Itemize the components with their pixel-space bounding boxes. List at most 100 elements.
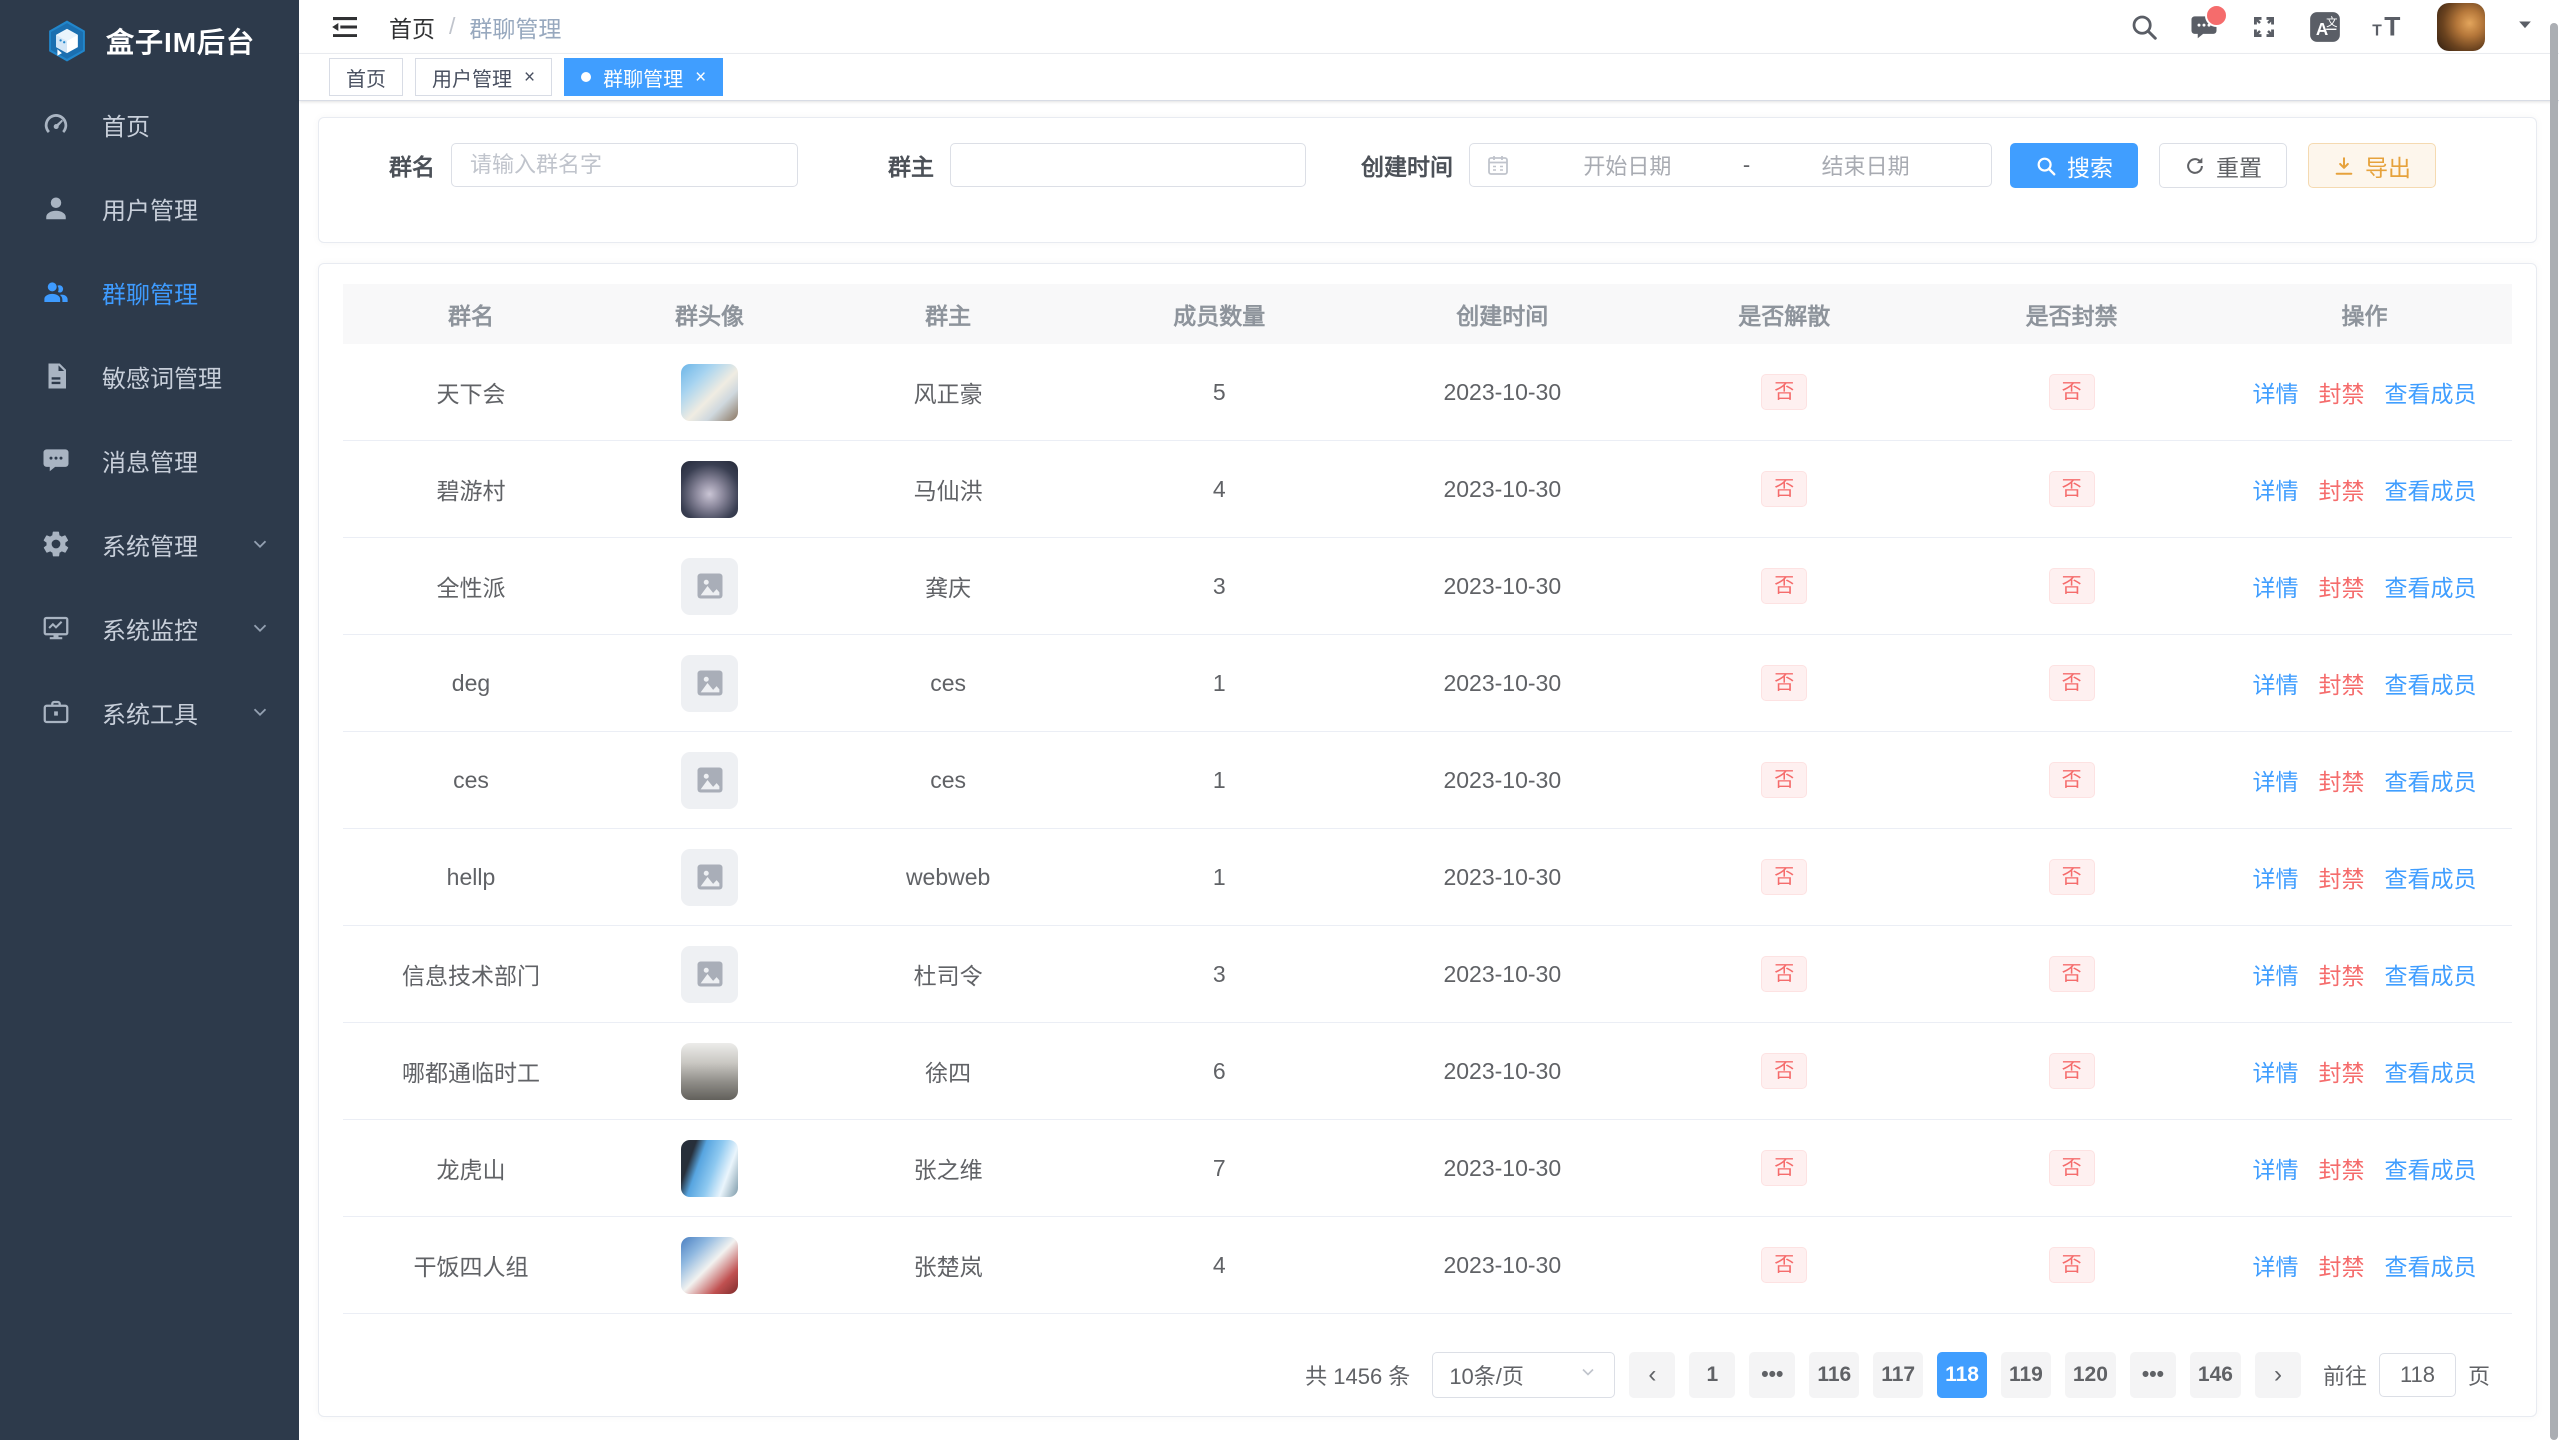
sidebar-item-system-tools[interactable]: 系统工具 (0, 670, 299, 754)
view-members-link[interactable]: 查看成员 (2384, 666, 2476, 700)
group-name-cell: 信息技术部门 (343, 957, 599, 991)
detail-link[interactable]: 详情 (2252, 472, 2298, 506)
sidebar: 盒子IM后台 首页 用户管理 群聊管理 (0, 0, 299, 1440)
more-pages-right-icon[interactable]: ••• (2130, 1352, 2176, 1398)
page-jump: 前往 页 (2323, 1353, 2490, 1397)
view-members-link[interactable]: 查看成员 (2384, 375, 2476, 409)
sidebar-item-label: 系统工具 (102, 695, 198, 730)
view-members-link[interactable]: 查看成员 (2384, 763, 2476, 797)
page-button-119[interactable]: 119 (2001, 1352, 2051, 1398)
group-owner-input[interactable] (950, 143, 1306, 187)
ban-link[interactable]: 封禁 (2318, 860, 2364, 894)
message-notification-icon[interactable] (2189, 12, 2219, 42)
date-range-picker[interactable]: 开始日期 - 结束日期 (1469, 143, 1992, 187)
banned-badge: 否 (2049, 859, 2095, 895)
svg-text:T: T (2384, 11, 2400, 41)
page-button-117[interactable]: 117 (1873, 1352, 1923, 1398)
view-members-link[interactable]: 查看成员 (2384, 1248, 2476, 1282)
view-members-link[interactable]: 查看成员 (2384, 957, 2476, 991)
detail-link[interactable]: 详情 (2252, 1248, 2298, 1282)
fullscreen-icon[interactable] (2249, 12, 2279, 42)
created-time-cell: 2023-10-30 (1362, 767, 1642, 794)
ban-link[interactable]: 封禁 (2318, 1151, 2364, 1185)
sidebar-item-label: 用户管理 (102, 191, 198, 226)
tab-close-icon[interactable]: × (695, 68, 706, 87)
breadcrumb-home[interactable]: 首页 (389, 10, 435, 44)
created-time-cell: 2023-10-30 (1362, 573, 1642, 600)
sidebar-item-user-management[interactable]: 用户管理 (0, 166, 299, 250)
sidebar-item-system-monitor[interactable]: 系统监控 (0, 586, 299, 670)
reset-button[interactable]: 重置 (2159, 143, 2287, 188)
end-date-placeholder[interactable]: 结束日期 (1756, 149, 1975, 181)
group-avatar-image (681, 364, 738, 421)
search-button[interactable]: 搜索 (2010, 143, 2138, 188)
user-avatar[interactable] (2437, 3, 2485, 51)
vertical-scrollbar[interactable] (2550, 23, 2558, 1440)
page-size-select[interactable]: 10条/页 (1432, 1352, 1615, 1398)
sidebar-item-system-management[interactable]: 系统管理 (0, 502, 299, 586)
tab-close-icon[interactable]: × (524, 68, 535, 87)
ban-link[interactable]: 封禁 (2318, 957, 2364, 991)
user-menu-caret-icon[interactable] (2515, 14, 2535, 39)
text-size-icon[interactable]: TT (2371, 11, 2407, 43)
breadcrumb-current: 群聊管理 (469, 10, 561, 44)
sidebar-item-sensitive-words[interactable]: 敏感词管理 (0, 334, 299, 418)
detail-link[interactable]: 详情 (2252, 860, 2298, 894)
detail-link[interactable]: 详情 (2252, 957, 2298, 991)
detail-link[interactable]: 详情 (2252, 1054, 2298, 1088)
group-avatar-image (681, 752, 738, 809)
dissolved-badge: 否 (1761, 1053, 1807, 1089)
ban-link[interactable]: 封禁 (2318, 375, 2364, 409)
sidebar-item-message-management[interactable]: 消息管理 (0, 418, 299, 502)
page-button-116[interactable]: 116 (1809, 1352, 1859, 1398)
start-date-placeholder[interactable]: 开始日期 (1518, 149, 1737, 181)
tab-home[interactable]: 首页 (329, 58, 403, 96)
next-page-button[interactable]: › (2255, 1352, 2301, 1398)
view-members-link[interactable]: 查看成员 (2384, 472, 2476, 506)
page-button-146[interactable]: 146 (2190, 1352, 2241, 1398)
page-button-120[interactable]: 120 (2065, 1352, 2116, 1398)
sidebar-item-home[interactable]: 首页 (0, 82, 299, 166)
group-name-input[interactable] (451, 143, 798, 187)
ban-link[interactable]: 封禁 (2318, 472, 2364, 506)
sidebar-item-group-management[interactable]: 群聊管理 (0, 250, 299, 334)
ban-link[interactable]: 封禁 (2318, 569, 2364, 603)
ban-link[interactable]: 封禁 (2318, 763, 2364, 797)
created-time-cell: 2023-10-30 (1362, 961, 1642, 988)
filter-group-owner: 群主 (888, 143, 1306, 187)
ban-link[interactable]: 封禁 (2318, 1248, 2364, 1282)
member-count-cell: 1 (1076, 670, 1362, 697)
page-button-118-active[interactable]: 118 (1937, 1352, 1987, 1398)
page-button-1[interactable]: 1 (1689, 1352, 1735, 1398)
calendar-icon (1486, 153, 1510, 177)
detail-link[interactable]: 详情 (2252, 1151, 2298, 1185)
detail-link[interactable]: 详情 (2252, 569, 2298, 603)
group-owner-cell: 徐四 (820, 1054, 1076, 1088)
tab-user-management[interactable]: 用户管理 × (415, 58, 552, 96)
prev-page-button[interactable]: ‹ (1629, 1352, 1675, 1398)
language-switch-icon[interactable]: A文 (2309, 11, 2341, 43)
more-pages-left-icon[interactable]: ••• (1749, 1352, 1795, 1398)
top-navbar: 首页 / 群聊管理 A文 TT (299, 0, 2559, 54)
tab-group-management[interactable]: 群聊管理 × (564, 58, 723, 96)
group-name-cell: 天下会 (343, 375, 599, 409)
page-tabs: 首页 用户管理 × 群聊管理 × (299, 54, 2559, 101)
ban-link[interactable]: 封禁 (2318, 666, 2364, 700)
jump-page-input[interactable] (2379, 1353, 2456, 1397)
filter-panel: 群名 群主 创建时间 开始日期 - 结束日期 (318, 117, 2537, 243)
view-members-link[interactable]: 查看成员 (2384, 1054, 2476, 1088)
select-caret-icon (1578, 1362, 1598, 1388)
detail-link[interactable]: 详情 (2252, 375, 2298, 409)
detail-link[interactable]: 详情 (2252, 763, 2298, 797)
view-members-link[interactable]: 查看成员 (2384, 860, 2476, 894)
user-icon (40, 192, 72, 224)
view-members-link[interactable]: 查看成员 (2384, 1151, 2476, 1185)
view-members-link[interactable]: 查看成员 (2384, 569, 2476, 603)
search-icon[interactable] (2129, 12, 2159, 42)
detail-link[interactable]: 详情 (2252, 666, 2298, 700)
group-table-panel: 群名 群头像 群主 成员数量 创建时间 是否解散 是否封禁 操作 天下会 风正豪 (318, 263, 2537, 1417)
group-avatar-image (681, 558, 738, 615)
ban-link[interactable]: 封禁 (2318, 1054, 2364, 1088)
sidebar-collapse-icon[interactable] (329, 11, 361, 43)
export-button[interactable]: 导出 (2308, 143, 2436, 188)
